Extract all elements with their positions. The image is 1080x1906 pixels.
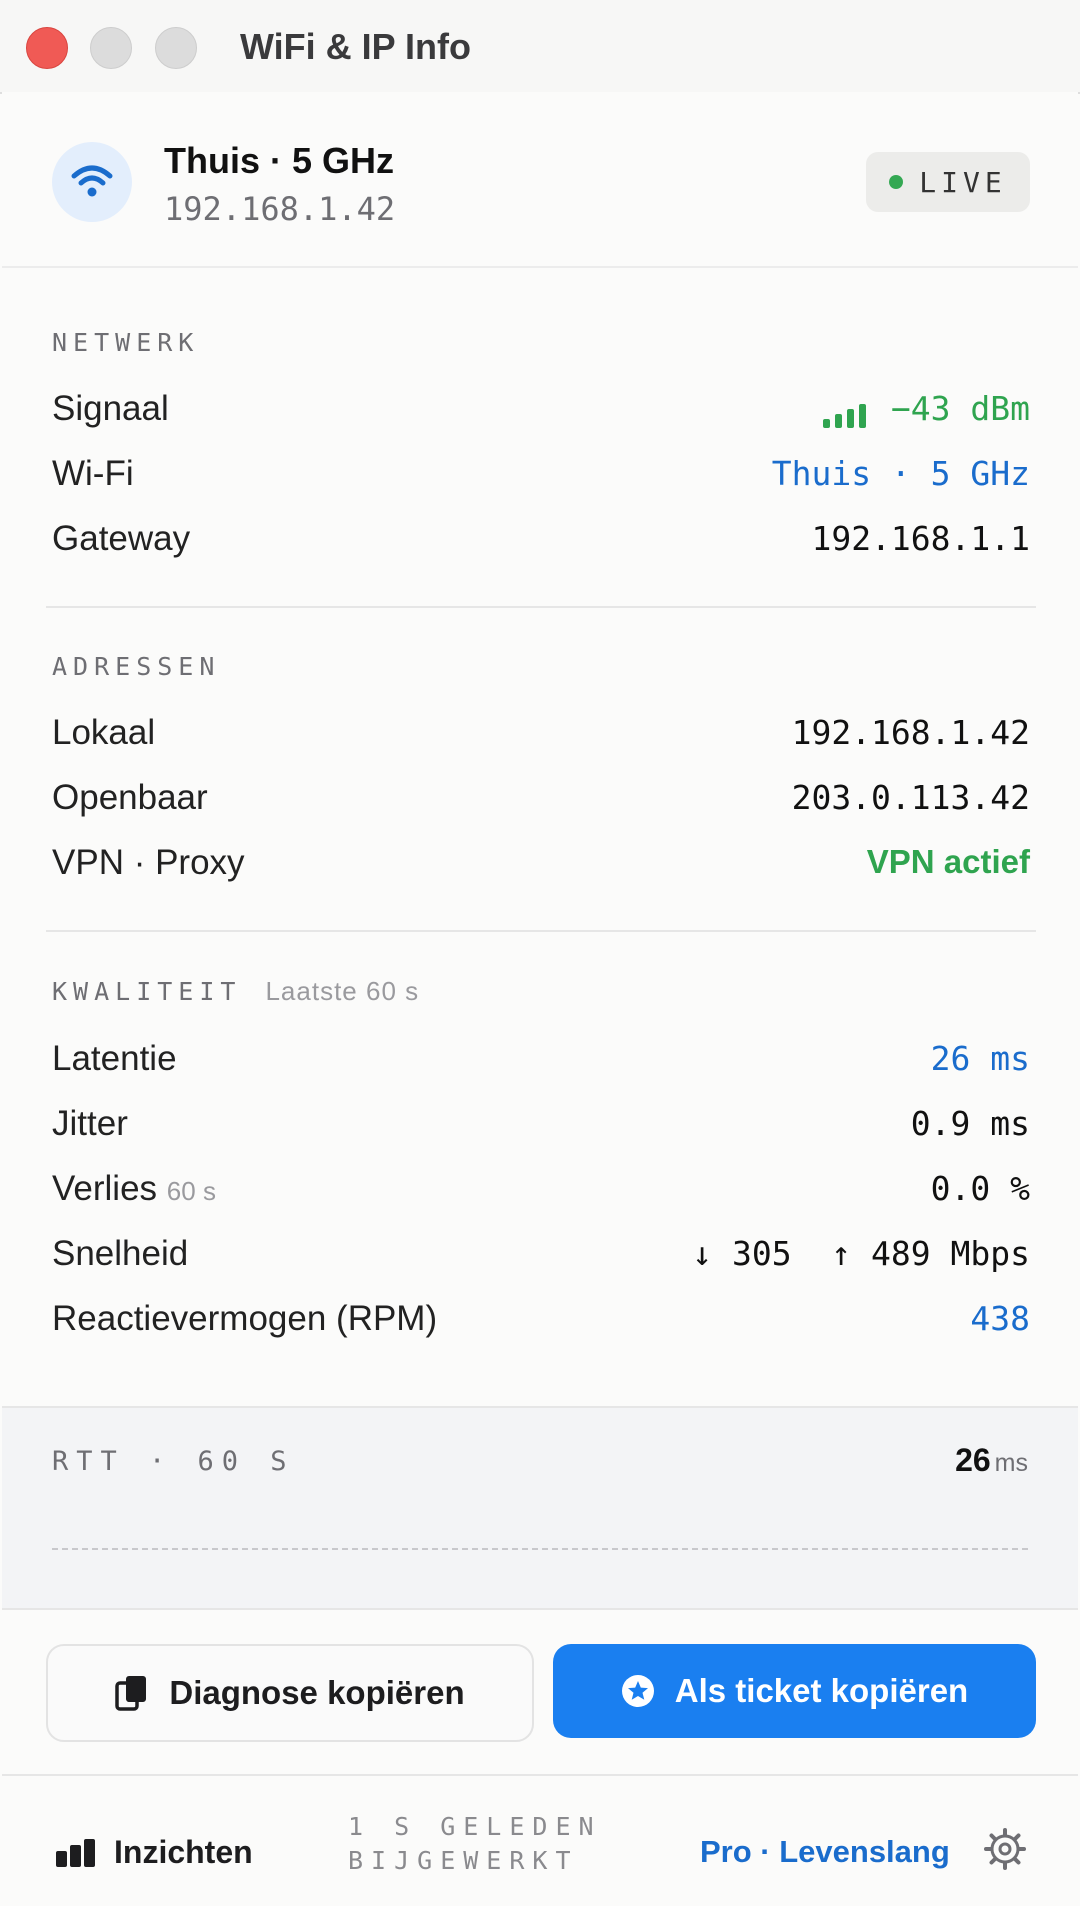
row-label: Wi-Fi	[52, 454, 134, 493]
row-label: Openbaar	[52, 778, 208, 817]
window-title: WiFi & IP Info	[240, 26, 471, 67]
rtt-number: 26	[955, 1442, 991, 1478]
row-label: VPN · Proxy	[52, 843, 245, 882]
title-bar: WiFi & IP Info	[0, 0, 1080, 94]
copy-diagnose-label: Diagnose kopiëren	[169, 1674, 465, 1711]
last-updated-line1: 1 S GELEDEN	[348, 1812, 602, 1841]
signal-value: −43 dBm	[890, 389, 1030, 428]
row-value: VPN actief	[866, 843, 1030, 880]
copy-diagnose-button[interactable]: Diagnose kopiëren	[46, 1644, 534, 1742]
section-heading: ADRESSEN	[52, 652, 221, 681]
row-wifi: Wi-Fi Thuis · 5 GHz	[52, 442, 1030, 507]
row-value: 0.9 ms	[910, 1104, 1030, 1143]
close-window-button[interactable]	[26, 27, 68, 69]
row-label: Lokaal	[52, 713, 156, 752]
row-value: 192.168.1.42	[791, 713, 1030, 752]
rtt-unit: ms	[994, 1449, 1028, 1477]
insights-label: Inzichten	[114, 1834, 253, 1870]
last-updated-line2: BIJGEWERKT	[348, 1846, 579, 1875]
row-label: Signaal	[52, 389, 169, 428]
row-snelheid: Snelheid ↓ 305 ↑ 489 Mbps	[52, 1222, 1030, 1287]
rtt-baseline	[52, 1548, 1028, 1550]
footer: Inzichten 1 S GELEDEN BIJGEWERKT Pro · L…	[2, 1774, 1078, 1906]
live-badge: LIVE	[866, 152, 1030, 212]
section-heading: KWALITEIT	[52, 977, 242, 1006]
star-circle-icon	[621, 1674, 655, 1708]
row-label: Snelheid	[52, 1234, 189, 1273]
row-label: Jitter	[52, 1104, 128, 1143]
row-label: Gateway	[52, 519, 191, 558]
row-label: Verlies 60 s	[52, 1169, 216, 1209]
row-gateway: Gateway 192.168.1.1	[52, 507, 1030, 572]
section-heading: NETWERK	[52, 328, 200, 357]
row-verlies: Verlies 60 s 0.0 %	[52, 1157, 1030, 1222]
insights-button[interactable]: Inzichten	[56, 1834, 253, 1871]
row-label: Reactievermogen (RPM)	[52, 1299, 438, 1338]
section-netwerk: NETWERK Signaal −43 dBm Wi-Fi Thuis · 5 …	[52, 328, 1030, 572]
row-vpn-proxy: VPN · Proxy VPN actief	[52, 831, 1030, 896]
row-label-text: Verlies	[52, 1169, 158, 1208]
row-value: 192.168.1.1	[811, 519, 1030, 558]
bar-chart-icon	[56, 1838, 95, 1867]
row-rpm: Reactievermogen (RPM) 438	[52, 1287, 1030, 1352]
copy-ticket-button[interactable]: Als ticket kopiëren	[553, 1644, 1036, 1738]
row-label-suffix: 60 s	[166, 1176, 216, 1206]
copy-icon	[115, 1674, 149, 1712]
section-adressen: ADRESSEN Lokaal 192.168.1.42 Openbaar 20…	[52, 652, 1030, 896]
live-label: LIVE	[919, 165, 1007, 199]
row-signaal: Signaal −43 dBm	[52, 377, 1030, 442]
wifi-badge	[52, 142, 132, 222]
plan-link[interactable]: Pro · Levenslang	[700, 1834, 950, 1870]
row-value: −43 dBm	[822, 389, 1030, 428]
row-openbaar: Openbaar 203.0.113.42	[52, 766, 1030, 831]
section-heading-row: KWALITEIT Laatste 60 s	[52, 976, 1030, 1007]
row-value: 0.0 %	[930, 1169, 1030, 1208]
row-value: 26 ms	[930, 1039, 1030, 1078]
copy-ticket-label: Als ticket kopiëren	[674, 1672, 969, 1709]
row-jitter: Jitter 0.9 ms	[52, 1092, 1030, 1157]
row-latentie: Latentie 26 ms	[52, 1027, 1030, 1092]
row-value[interactable]: 438	[970, 1299, 1030, 1338]
wifi-icon	[71, 165, 113, 197]
row-label: Latentie	[52, 1039, 177, 1078]
network-name: Thuis · 5 GHz	[164, 140, 395, 181]
zoom-window-button[interactable]	[155, 27, 197, 69]
live-dot-icon	[889, 175, 904, 189]
row-value: 203.0.113.42	[791, 778, 1030, 817]
gear-icon[interactable]	[984, 1828, 1026, 1875]
signal-bars-icon	[822, 389, 871, 428]
row-value[interactable]: Thuis · 5 GHz	[772, 454, 1030, 493]
main-panel: Thuis · 5 GHz 192.168.1.42 LIVE NETWERK …	[2, 92, 1078, 1904]
row-lokaal: Lokaal 192.168.1.42	[52, 701, 1030, 766]
rtt-label: RTT · 60 S	[52, 1446, 295, 1477]
divider	[46, 930, 1036, 932]
rtt-graph: RTT · 60 S 26 ms	[2, 1406, 1078, 1610]
network-header: Thuis · 5 GHz 192.168.1.42 LIVE	[2, 92, 1078, 268]
divider	[46, 606, 1036, 608]
network-ip: 192.168.1.42	[164, 190, 396, 228]
minimize-window-button[interactable]	[90, 27, 132, 69]
rtt-value: 26 ms	[955, 1442, 1028, 1479]
section-kwaliteit: KWALITEIT Laatste 60 s Latentie 26 ms Jit…	[52, 976, 1030, 1352]
last-updated: 1 S GELEDEN BIJGEWERKT	[348, 1810, 602, 1878]
section-subheading: Laatste 60 s	[265, 976, 420, 1006]
row-value: ↓ 305 ↑ 489 Mbps	[692, 1234, 1030, 1273]
